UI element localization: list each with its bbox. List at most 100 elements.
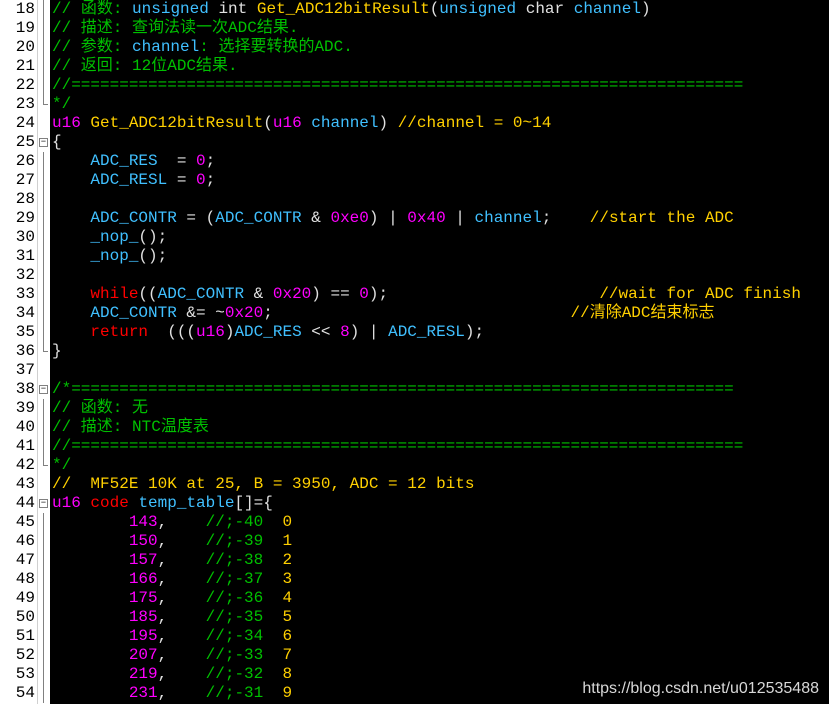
fold-guide	[38, 608, 49, 627]
line-number: 44	[15, 494, 35, 512]
code-token: []={	[234, 494, 273, 512]
code-line[interactable]: //======================================…	[52, 437, 743, 456]
line-number: 21	[15, 57, 35, 75]
code-line[interactable]: 143, //;-40 0	[52, 513, 292, 532]
minus-icon[interactable]: −	[39, 385, 48, 394]
code-token: ,	[157, 646, 206, 664]
line-number: 49	[15, 589, 35, 607]
code-line[interactable]: ADC_RES = 0;	[52, 152, 215, 171]
code-token: ADC_CONTR	[90, 304, 177, 322]
line-number: 30	[15, 228, 35, 246]
fold-guide	[38, 152, 49, 171]
code-line[interactable]: 219, //;-32 8	[52, 665, 292, 684]
code-token: |	[445, 209, 475, 227]
code-line[interactable]: /*======================================…	[52, 380, 734, 399]
code-token: 195	[128, 627, 158, 645]
code-line[interactable]: 157, //;-38 2	[52, 551, 292, 570]
code-line[interactable]: return (((u16)ADC_RES << 8) | ADC_RESL);	[52, 323, 484, 342]
code-token: ();	[138, 247, 168, 265]
line-number: 50	[15, 608, 35, 626]
fold-guide	[38, 418, 49, 437]
fold-margin[interactable]: − − −	[37, 0, 50, 704]
fold-guide	[38, 570, 49, 589]
fold-toggle-icon[interactable]: −	[38, 133, 49, 152]
line-number: 20	[15, 38, 35, 56]
code-token: ;	[263, 304, 571, 322]
code-line[interactable]: */	[52, 456, 71, 475]
fold-guide	[38, 513, 49, 532]
code-token: ADC_RES	[234, 323, 302, 341]
code-token: u16	[272, 114, 302, 132]
fold-empty	[38, 114, 49, 133]
fold-guide	[38, 684, 49, 703]
line-number-gutter: 18 19 20 21 22 23 24 25 26 27 28 29 30 31 32 33 34 35 36 37…	[0, 0, 37, 704]
code-token: channel	[311, 114, 379, 132]
code-token: ,	[157, 513, 206, 531]
code-line[interactable]: // 函数: 无	[52, 399, 148, 418]
line-number: 33	[15, 285, 35, 303]
code-token: //;-33	[205, 646, 283, 664]
code-line[interactable]: */	[52, 95, 71, 114]
code-token: while	[90, 285, 139, 303]
line-number: 52	[15, 646, 35, 664]
line-number: 18	[15, 0, 35, 18]
fold-guide	[38, 323, 49, 342]
code-line[interactable]: ADC_RESL = 0;	[52, 171, 215, 190]
code-editor[interactable]: 18 19 20 21 22 23 24 25 26 27 28 29 30 31 32 33 34 35 36 37…	[0, 0, 829, 704]
line-number: 38	[15, 380, 35, 398]
code-token: //;-39	[205, 532, 283, 550]
code-line[interactable]: _nop_();	[52, 228, 167, 247]
code-line[interactable]: //======================================…	[52, 76, 743, 95]
code-line[interactable]: 166, //;-37 3	[52, 570, 292, 589]
code-line[interactable]: 195, //;-34 6	[52, 627, 292, 646]
minus-icon[interactable]: −	[39, 499, 48, 508]
code-token: ,	[157, 665, 206, 683]
fold-toggle-icon[interactable]: −	[38, 380, 49, 399]
code-token: unsigned	[132, 0, 209, 18]
code-line[interactable]: 150, //;-39 1	[52, 532, 292, 551]
code-line[interactable]: // MF52E 10K at 25, B = 3950, ADC = 12 b…	[52, 475, 474, 494]
code-token: ,	[157, 608, 206, 626]
code-line[interactable]: // 描述: 查询法读一次ADC结果.	[52, 19, 298, 38]
code-token: )	[378, 114, 398, 132]
fold-toggle-icon[interactable]: −	[38, 494, 49, 513]
code-token: );	[464, 323, 485, 341]
code-line[interactable]: // 描述: NTC温度表	[52, 418, 209, 437]
code-token: 7	[282, 646, 293, 664]
code-token: 1	[282, 532, 293, 550]
code-line[interactable]: 207, //;-33 7	[52, 646, 292, 665]
code-line[interactable]: // 返回: 12位ADC结果.	[52, 57, 238, 76]
code-line[interactable]: }	[52, 342, 62, 361]
code-token: 0	[282, 513, 293, 531]
fold-guide	[38, 190, 49, 209]
code-line[interactable]: 185, //;-35 5	[52, 608, 292, 627]
code-token: 3	[282, 570, 293, 588]
code-token: ,	[157, 589, 206, 607]
code-line[interactable]: ADC_CONTR = (ADC_CONTR & 0xe0) | 0x40 | …	[52, 209, 733, 228]
code-line[interactable]: // 函数: unsigned int Get_ADC12bitResult(u…	[52, 0, 651, 19]
code-token: // MF52E 10K at 25, B = 3950, ADC = 12 b…	[52, 475, 475, 493]
line-number: 23	[15, 95, 35, 113]
code-line[interactable]: u16 Get_ADC12bitResult(u16 channel) //ch…	[52, 114, 551, 133]
code-token: //	[52, 0, 81, 18]
code-token: 0	[196, 152, 206, 170]
code-line[interactable]: while((ADC_CONTR & 0x20) == 0); //wait f…	[52, 285, 801, 304]
code-line[interactable]: _nop_();	[52, 247, 167, 266]
code-token: ,	[157, 684, 206, 702]
code-token: //======================================…	[52, 76, 744, 94]
minus-icon[interactable]: −	[39, 138, 48, 147]
code-line[interactable]: // 参数: channel: 选择要转换的ADC.	[52, 38, 353, 57]
code-line[interactable]: ADC_CONTR &= ~0x20; //清除ADC结束标志	[52, 304, 714, 323]
line-number: 34	[15, 304, 35, 322]
code-line[interactable]: 231, //;-31 9	[52, 684, 292, 703]
code-line[interactable]: u16 code temp_table[]={	[52, 494, 273, 513]
code-line[interactable]: {	[52, 133, 62, 152]
code-line[interactable]: 175, //;-36 4	[52, 589, 292, 608]
